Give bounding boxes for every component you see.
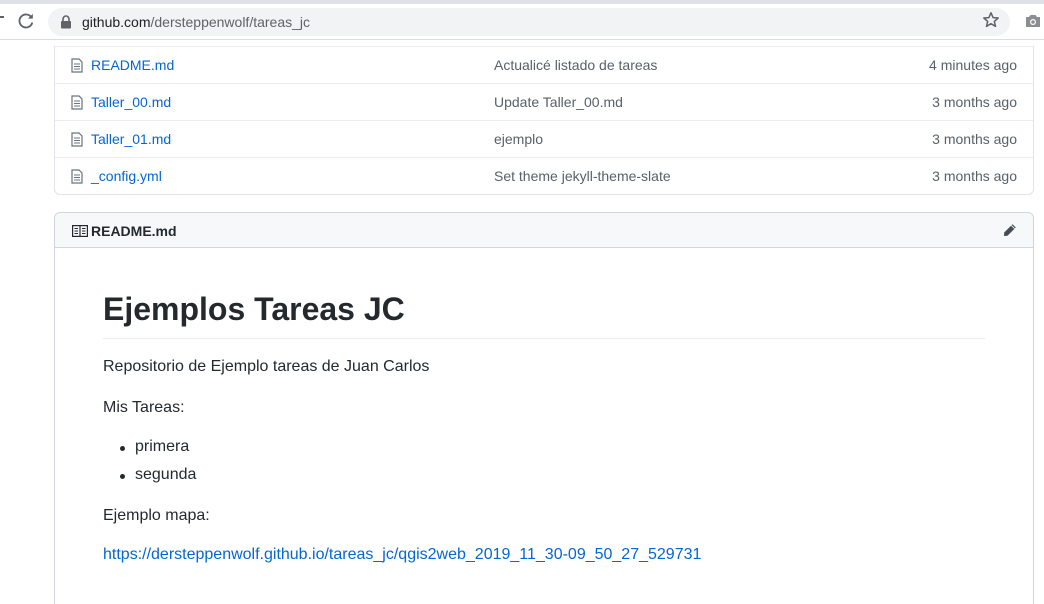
star-icon[interactable] <box>982 11 1000 29</box>
commit-message-link[interactable]: ejemplo <box>494 131 543 147</box>
file-row-taller-00: Taller_00.md Update Taller_00.md 3 month… <box>55 83 1033 120</box>
list-item: segunda <box>135 466 197 483</box>
back-arrow-icon[interactable] <box>0 14 6 28</box>
tab-strip-edge <box>0 0 1044 4</box>
map-link[interactable]: https://dersteppenwolf.github.io/tareas_… <box>103 546 701 564</box>
readme-map-label: Ejemplo mapa: <box>103 507 210 524</box>
readme-panel: README.md Ejemplos Tareas JC Repositorio… <box>54 212 1034 604</box>
reload-icon[interactable] <box>16 11 36 31</box>
commit-message-link[interactable]: Actualicé listado de tareas <box>494 57 657 73</box>
file-name-link[interactable]: _config.yml <box>91 168 162 184</box>
readme-intro: Repositorio de Ejemplo tareas de Juan Ca… <box>103 358 430 375</box>
commit-age: 3 months ago <box>932 94 1017 110</box>
file-icon <box>71 58 83 73</box>
file-name-link[interactable]: Taller_01.md <box>91 131 171 147</box>
browser-toolbar: github.com/dersteppenwolf/tareas_jc <box>0 0 1044 40</box>
readme-heading: Ejemplos Tareas JC <box>103 290 985 339</box>
readme-filename: README.md <box>91 223 177 239</box>
url-path: /dersteppenwolf/tareas_jc <box>150 14 311 30</box>
commit-message-link[interactable]: Set theme jekyll-theme-slate <box>494 168 671 184</box>
pencil-icon[interactable] <box>1003 223 1017 237</box>
readme-header: README.md <box>55 213 1033 248</box>
file-name-link[interactable]: Taller_00.md <box>91 94 171 110</box>
address-bar[interactable]: github.com/dersteppenwolf/tareas_jc <box>48 8 1010 36</box>
camera-icon[interactable] <box>1024 13 1042 29</box>
commit-age: 3 months ago <box>932 168 1017 184</box>
list-item: primera <box>135 438 190 455</box>
file-row-taller-01: Taller_01.md ejemplo 3 months ago <box>55 120 1033 157</box>
file-row-readme: README.md Actualicé listado de tareas 4 … <box>55 46 1033 83</box>
commit-age: 4 minutes ago <box>929 57 1017 73</box>
url-text[interactable]: github.com/dersteppenwolf/tareas_jc <box>82 14 310 30</box>
file-icon <box>71 169 83 184</box>
file-name-link[interactable]: README.md <box>91 57 174 73</box>
url-host: github.com <box>82 14 151 30</box>
list-bullet <box>120 446 125 451</box>
file-icon <box>71 132 83 147</box>
commit-age: 3 months ago <box>932 131 1017 147</box>
readme-tasks-label: Mis Tareas: <box>103 399 185 416</box>
file-list: README.md Actualicé listado de tareas 4 … <box>54 46 1034 195</box>
book-icon <box>72 224 89 238</box>
list-bullet <box>120 474 125 479</box>
commit-message-link[interactable]: Update Taller_00.md <box>494 94 623 110</box>
file-icon <box>71 95 83 110</box>
file-row-config: _config.yml Set theme jekyll-theme-slate… <box>55 157 1033 194</box>
lock-icon[interactable] <box>60 15 72 29</box>
